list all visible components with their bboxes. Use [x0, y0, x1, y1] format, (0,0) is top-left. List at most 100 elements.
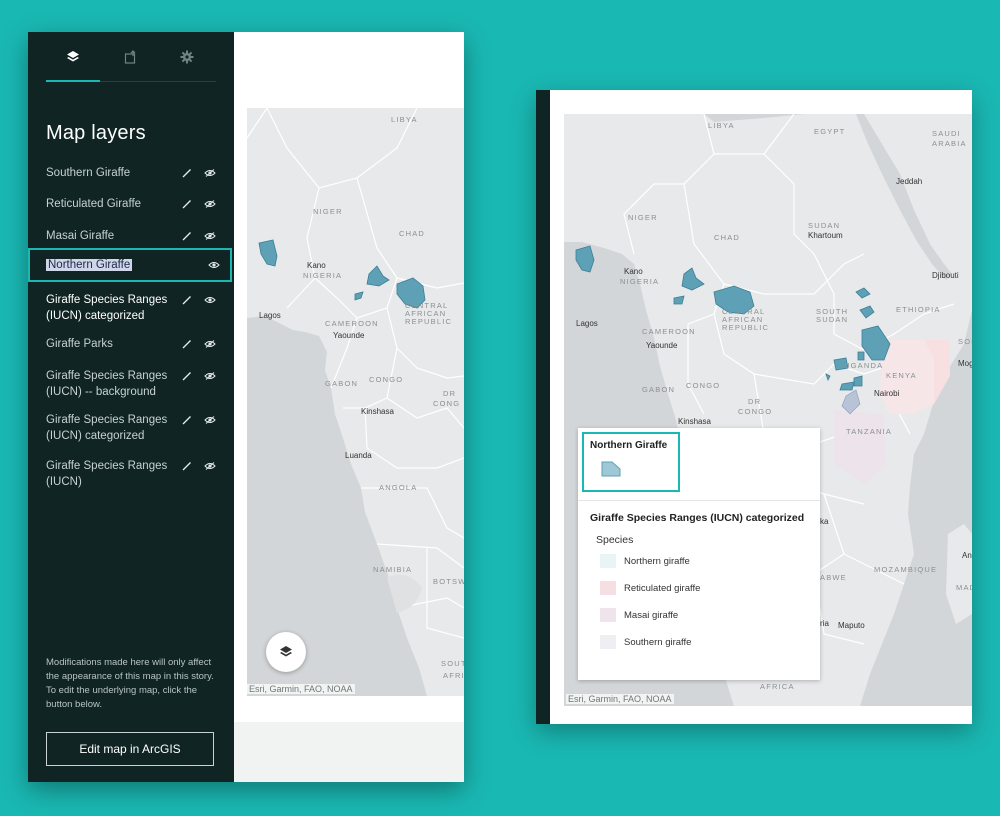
legend-toggle-button[interactable] [266, 632, 306, 672]
panel-title: Map layers [46, 122, 146, 144]
map-label-yaounde: Yaounde [333, 331, 365, 340]
map-label-yaounde: Yaounde [646, 341, 678, 350]
toggle-visibility-button[interactable] [196, 165, 216, 181]
edit-layer-button[interactable] [178, 228, 196, 244]
map-label-libya: LIBYA [391, 115, 418, 124]
map-label-an: An [962, 551, 972, 560]
map-label-afri: AFRI [443, 671, 464, 680]
map-label-saudi: SAUDI [932, 129, 961, 138]
layer-label-wrap: Northern Giraffe [46, 257, 202, 273]
map-label-drcongo: CONG [433, 399, 460, 408]
toggle-visibility-button[interactable] [196, 292, 216, 308]
map-label-mogadishu: Mogad [958, 359, 972, 368]
legend-item: Masai giraffe [600, 608, 678, 622]
map-label-dr: DR [748, 397, 761, 406]
map-label-kinshasa: Kinshasa [361, 407, 394, 416]
layer-label[interactable]: Northern Giraffe [46, 259, 133, 271]
map-layers-panel: Map layers Southern Giraffe Reticulated … [28, 32, 234, 782]
map-label-arabia: ARABIA [932, 139, 967, 148]
edit-layer-button[interactable] [178, 336, 196, 352]
pencil-icon [182, 232, 191, 241]
map-label-kano: Kano [624, 267, 643, 276]
pencil-icon [182, 169, 191, 178]
toggle-visibility-button[interactable] [196, 458, 216, 474]
map-label-nigeria: NIGERIA [620, 277, 659, 286]
layer-item-giraffe-parks[interactable]: Giraffe Parks [46, 336, 216, 352]
map-label-car3: REPUBLIC [722, 323, 769, 332]
legend-swatch [600, 608, 616, 622]
legend-item: Northern giraffe [600, 554, 690, 568]
map-label-zimbabwe: ABWE [820, 573, 847, 582]
map-view-left[interactable]: LIBYA NIGER CHAD NIGERIA CENTRAL AFRICAN… [247, 108, 464, 696]
layer-item-masai-giraffe[interactable]: Masai Giraffe [46, 228, 216, 244]
map-label-ka: ka [820, 517, 829, 526]
map-attribution: Esri, Garmin, FAO, NOAA [247, 684, 355, 694]
toggle-visibility-button[interactable] [196, 368, 216, 384]
layer-label: Masai Giraffe [46, 230, 115, 242]
map-label-car3: REPUBLIC [405, 317, 452, 326]
map-label-niger: NIGER [313, 207, 343, 216]
toggle-visibility-button[interactable] [196, 412, 216, 428]
tab-settings[interactable] [170, 44, 204, 70]
layer-item-ranges-categorized-2[interactable]: Giraffe Species Ranges (IUCN) categorize… [46, 412, 216, 444]
map-label-cameroon: CAMEROON [325, 319, 379, 328]
layer-item-northern-giraffe[interactable]: Northern Giraffe [28, 248, 232, 282]
map-label-tanzania: TANZANIA [846, 427, 892, 436]
eye-icon [204, 169, 216, 177]
toggle-visibility-button[interactable] [196, 336, 216, 352]
tab-legend[interactable] [114, 44, 148, 70]
layer-label: Giraffe Species Ranges (IUCN) [46, 460, 168, 488]
eye-icon [204, 340, 216, 348]
map-label-angola: ANGOLA [379, 483, 417, 492]
eye-icon [204, 372, 216, 380]
layer-item-ranges-categorized[interactable]: Giraffe Species Ranges (IUCN) categorize… [46, 292, 216, 324]
edit-layer-button[interactable] [178, 458, 196, 474]
map-label-gabon: GABON [642, 385, 675, 394]
map-label-ria: ria [820, 619, 829, 628]
layers-icon [67, 51, 79, 62]
pencil-icon [182, 372, 191, 381]
layer-item-ranges-background[interactable]: Giraffe Species Ranges (IUCN) -- backgro… [46, 368, 216, 400]
map-label-namibia: NAMIBIA [373, 565, 412, 574]
map-label-kenya: KENYA [886, 371, 917, 380]
map-label-lagos: Lagos [576, 319, 598, 328]
layer-label: Giraffe Species Ranges (IUCN) -- backgro… [46, 370, 168, 398]
layer-item-reticulated-giraffe[interactable]: Reticulated Giraffe [46, 196, 216, 212]
tab-layers[interactable] [46, 44, 100, 82]
map-label-chad: CHAD [399, 229, 425, 238]
pencil-icon [182, 296, 191, 305]
map-label-nairobi: Nairobi [874, 389, 900, 398]
layer-item-ranges[interactable]: Giraffe Species Ranges (IUCN) [46, 458, 216, 490]
eye-icon [204, 297, 216, 303]
map-label-libya: LIBYA [708, 121, 735, 130]
pencil-icon [182, 340, 191, 349]
toggle-visibility-button[interactable] [196, 228, 216, 244]
map-footer-bar [234, 722, 464, 782]
eye-icon [204, 232, 216, 240]
legend-item-label: Northern giraffe [624, 555, 690, 567]
layer-item-southern-giraffe[interactable]: Southern Giraffe [46, 165, 216, 181]
layer-label: Giraffe Species Ranges (IUCN) categorize… [46, 294, 168, 322]
legend-swatch [600, 635, 616, 649]
edit-layer-button[interactable] [178, 368, 196, 384]
gear-icon [180, 50, 194, 64]
eye-icon [208, 262, 220, 268]
legend-layer-title: Northern Giraffe [590, 440, 668, 451]
edit-layer-button[interactable] [178, 196, 196, 212]
layer-label: Giraffe Species Ranges (IUCN) categorize… [46, 414, 168, 442]
panel-note: Modifications made here will only affect… [46, 657, 214, 710]
edit-layer-button[interactable] [178, 165, 196, 181]
map-label-jeddah: Jeddah [896, 177, 922, 186]
edit-map-in-arcgis-button[interactable]: Edit map in ArcGIS [46, 732, 214, 766]
map-label-uganda: UGANDA [844, 361, 883, 370]
edit-layer-button[interactable] [178, 292, 196, 308]
toggle-visibility-button[interactable] [202, 257, 230, 273]
legend-swatch [600, 554, 616, 568]
map-canvas-left[interactable]: LIBYA NIGER CHAD NIGERIA CENTRAL AFRICAN… [247, 108, 464, 696]
pencil-icon [182, 462, 191, 471]
legend-item: Southern giraffe [600, 635, 691, 649]
map-label-maputo: Maputo [838, 621, 865, 630]
edit-layer-button[interactable] [178, 412, 196, 428]
toggle-visibility-button[interactable] [196, 196, 216, 212]
legend-swatch-northern [601, 461, 621, 477]
